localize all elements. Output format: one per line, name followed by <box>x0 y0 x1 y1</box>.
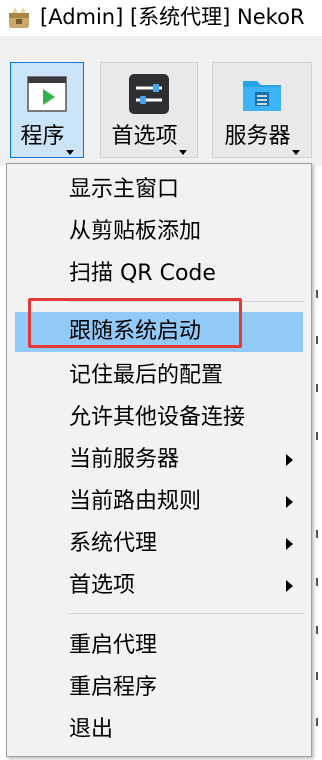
menu-item-preferences[interactable]: 首选项 <box>15 566 303 606</box>
folder-server-icon <box>241 73 283 115</box>
toolbar: 程序 首选项 服务器 <box>0 36 322 166</box>
menu-item-start-with-system[interactable]: 跟随系统启动 <box>15 312 303 352</box>
menu-item-restart-program[interactable]: 重启程序 <box>15 668 303 708</box>
chevron-right-icon <box>286 496 293 508</box>
preferences-menu-label: 首选项 <box>111 124 178 149</box>
background-row-marker <box>316 672 322 680</box>
menu-separator <box>69 613 305 614</box>
chevron-down-icon <box>65 150 74 155</box>
menu-item-current-routing[interactable]: 当前路由规则 <box>15 482 303 522</box>
menu-item-scan-qr[interactable]: 扫描 QR Code <box>15 254 303 294</box>
chevron-down-icon <box>178 150 187 155</box>
window-title: [Admin] [系统代理] NekoR <box>40 5 305 29</box>
terminal-play-icon <box>26 73 68 115</box>
nekoray-app-icon <box>9 7 29 28</box>
program-menu-button[interactable]: 程序 <box>10 62 84 158</box>
background-row-marker <box>316 290 322 298</box>
background-row-marker <box>316 578 322 586</box>
background-row-marker <box>316 384 322 392</box>
menu-item-add-from-clipboard[interactable]: 从剪贴板添加 <box>15 212 303 252</box>
preferences-menu-button[interactable]: 首选项 <box>100 62 198 158</box>
background-row-marker <box>316 432 322 440</box>
program-dropdown-menu: 显示主窗口 从剪贴板添加 扫描 QR Code 跟随系统启动 记住最后的配置 允… <box>6 163 312 757</box>
background-list-edge <box>312 166 322 760</box>
menu-item-remember-config[interactable]: 记住最后的配置 <box>15 356 303 396</box>
menu-item-allow-lan[interactable]: 允许其他设备连接 <box>15 398 303 438</box>
chevron-right-icon <box>286 580 293 592</box>
menu-item-system-proxy[interactable]: 系统代理 <box>15 524 303 564</box>
server-menu-button[interactable]: 服务器 <box>212 62 312 158</box>
chevron-right-icon <box>286 454 293 466</box>
menu-item-current-server[interactable]: 当前服务器 <box>15 440 303 480</box>
chevron-down-icon <box>291 150 300 155</box>
background-row-marker <box>316 530 322 538</box>
background-row-marker <box>316 718 322 726</box>
menu-item-exit[interactable]: 退出 <box>15 710 303 750</box>
menu-item-show-main-window[interactable]: 显示主窗口 <box>15 170 303 210</box>
sliders-icon <box>128 73 170 115</box>
title-bar: [Admin] [系统代理] NekoR <box>0 0 322 36</box>
background-row-marker <box>316 626 322 634</box>
program-menu-label: 程序 <box>20 124 65 149</box>
menu-separator <box>69 301 305 302</box>
background-row-marker <box>316 336 322 344</box>
server-menu-label: 服务器 <box>224 124 291 149</box>
menu-item-restart-proxy[interactable]: 重启代理 <box>15 626 303 666</box>
chevron-right-icon <box>286 538 293 550</box>
